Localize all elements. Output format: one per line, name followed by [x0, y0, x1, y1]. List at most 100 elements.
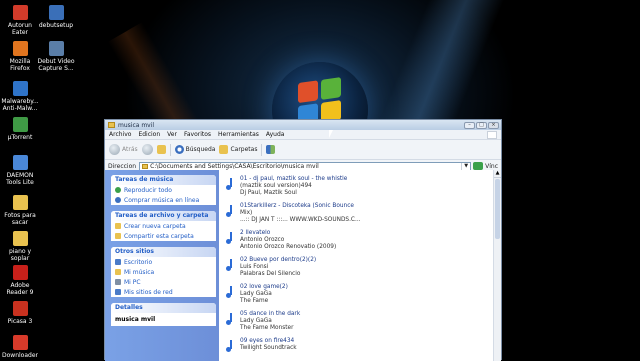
file-item[interactable]: 01 - dj paul, maztik soul - the whistle(…: [225, 176, 347, 203]
folders-label: Carpetas: [230, 146, 258, 153]
file-text: 02 love game(2) Lady GaGa The Fame: [240, 284, 288, 311]
menu-ver[interactable]: Ver: [167, 131, 177, 138]
music-tasks-header[interactable]: Tareas de música: [111, 175, 216, 185]
back-button[interactable]: Atrás: [109, 144, 138, 155]
scrollbar-thumb[interactable]: [495, 179, 500, 239]
minimize-button[interactable]: –: [464, 121, 475, 129]
desktop-icon-item[interactable]: Picasa 3: [0, 301, 40, 325]
back-arrow-icon: [109, 144, 120, 155]
desktop-icon-label: DAEMON Tools Lite: [6, 172, 34, 186]
music-file-icon: [225, 259, 236, 272]
music-file-icon: [225, 340, 236, 353]
search-icon: [174, 145, 184, 154]
address-label: Direccion: [108, 162, 137, 170]
my-pc-link[interactable]: Mi PC: [111, 277, 216, 287]
file-item[interactable]: 02 Bueve por dentro(2)(2) Luis Fonsi Palab…: [225, 257, 316, 284]
go-button[interactable]: [473, 162, 484, 170]
menu-ayuda[interactable]: Ayuda: [266, 131, 285, 138]
play-all-label: Reproducir todo: [124, 186, 172, 194]
desktop-icons: Autorun Eater debutsetup Mozilla Firefox De…: [0, 0, 100, 360]
globe-icon: [115, 197, 121, 203]
menu-favoritos[interactable]: Favoritos: [184, 131, 211, 138]
play-all-link[interactable]: Reproducir todo: [111, 185, 216, 195]
network-places-link[interactable]: Mis sitios de red: [111, 287, 216, 297]
file-item[interactable]: 2 llevatelo Antonio Orozco Antonio Orozco …: [225, 230, 336, 257]
desktop-link[interactable]: Escritorio: [111, 257, 216, 267]
desktop-icon-item[interactable]: Adobe Reader 9: [0, 265, 40, 296]
desktop-icon-item[interactable]: piano y soplar: [0, 231, 40, 262]
file-text: 02 Bueve por dentro(2)(2) Luis Fonsi Palab…: [240, 257, 316, 284]
desktop-icon-item[interactable]: DAEMON Tools Lite: [0, 155, 40, 186]
buy-music-label: Comprar música en línea: [124, 196, 200, 204]
video-capture-icon: [48, 41, 64, 56]
file-line3: Palabras Del Silencio: [240, 271, 301, 277]
window-title: musica mvil: [118, 121, 155, 129]
chevron-down-icon[interactable]: ▼: [461, 162, 470, 170]
desktop-icon-item[interactable]: Autorun Eater: [0, 5, 40, 36]
downloader-icon: [12, 335, 28, 350]
file-line3: Dj Paul, Maztik Soul: [240, 190, 297, 196]
other-places-header[interactable]: Otros sitios: [111, 247, 216, 257]
file-item[interactable]: 05 dance in the dark Lady GaGa The Fame Mo…: [225, 311, 300, 338]
desktop-icon-label: Fotos para sacar: [4, 212, 36, 226]
computer-icon: [115, 279, 121, 285]
menu-archivo[interactable]: Archivo: [109, 131, 131, 138]
file-line3: The Fame: [240, 298, 269, 304]
folder-icon: [12, 195, 28, 210]
views-icon: [266, 145, 276, 154]
search-button[interactable]: Búsqueda: [174, 145, 215, 154]
desktop-icon-item[interactable]: Fotos para sacar: [0, 195, 40, 226]
folder-icon: [12, 231, 28, 246]
file-line2: Lady GaGa: [240, 318, 272, 324]
desktop-icon-label: Malwareby... Anti-Malw...: [1, 98, 39, 112]
forward-arrow-icon: [141, 144, 153, 155]
address-value: C:\Documents and Settings\CASA\Escritori…: [150, 162, 319, 170]
file-line2: (maztik soul version)494: [240, 183, 312, 189]
desktop-icon-item[interactable]: Malwareby... Anti-Malw...: [0, 81, 40, 112]
links-label[interactable]: Vínc: [485, 163, 498, 170]
forward-button[interactable]: [141, 144, 153, 155]
my-pc-label: Mi PC: [124, 278, 141, 286]
desktop-icon-item[interactable]: µTorrent: [0, 117, 40, 141]
desktop-icon-item[interactable]: Downloader: [0, 335, 40, 359]
views-button[interactable]: [266, 145, 276, 154]
new-folder-link[interactable]: Crear nueva carpeta: [111, 221, 216, 231]
desktop-icon-item[interactable]: debutsetup: [36, 5, 76, 29]
title-bar[interactable]: musica mvil – □ ×: [105, 120, 501, 130]
menu-edicion[interactable]: Edicion: [138, 131, 160, 138]
file-line2: Twilight Soundtrack: [240, 345, 297, 351]
music-file-icon: [225, 205, 236, 218]
close-button[interactable]: ×: [488, 121, 499, 129]
desktop-icon-item[interactable]: Mozilla Firefox: [0, 41, 40, 72]
desktop-icon-label: Debut Video Capture S...: [37, 58, 75, 72]
autorun-eater-icon: [12, 5, 28, 20]
details-header[interactable]: Detalles: [111, 303, 216, 313]
task-pane: Tareas de música Reproducir todo Comprar…: [105, 170, 219, 361]
vertical-scrollbar[interactable]: ▲: [493, 170, 501, 361]
buy-music-link[interactable]: Comprar música en línea: [111, 195, 216, 205]
desktop-icon-item[interactable]: Debut Video Capture S...: [36, 41, 76, 72]
scroll-up-icon[interactable]: ▲: [494, 170, 501, 178]
share-folder-link[interactable]: Compartir esta carpeta: [111, 231, 216, 241]
malwarebytes-icon: [12, 81, 28, 96]
up-folder-button[interactable]: [156, 145, 166, 154]
folders-button[interactable]: Carpetas: [219, 145, 257, 154]
maximize-button[interactable]: □: [476, 121, 487, 129]
folder-icon: [142, 163, 149, 169]
toolbar-separator: [261, 143, 263, 156]
file-tasks-header[interactable]: Tareas de archivo y carpeta: [111, 211, 216, 221]
file-item[interactable]: 09 eyes on fire434 Twilight Soundtrack: [225, 338, 297, 361]
file-line2: Mix): [240, 210, 253, 216]
folder-icon: [108, 122, 115, 128]
folders-icon: [219, 145, 229, 154]
menu-herramientas[interactable]: Herramientas: [218, 131, 259, 138]
file-text: 2 llevatelo Antonio Orozco Antonio Orozco …: [240, 230, 336, 257]
my-music-link[interactable]: Mi música: [111, 267, 216, 277]
file-line2: Antonio Orozco: [240, 237, 285, 243]
file-line1: 02 Bueve por dentro(2)(2): [240, 257, 317, 263]
file-item[interactable]: 01Starkillerz - Discoteka (Sonic Bounce M…: [225, 203, 361, 230]
file-line2: Lady GaGa: [240, 291, 272, 297]
file-item[interactable]: 02 love game(2) Lady GaGa The Fame: [225, 284, 288, 311]
menu-bar: Archivo Edicion Ver Favoritos Herramient…: [105, 130, 501, 140]
file-line1: 05 dance in the dark: [240, 311, 301, 317]
